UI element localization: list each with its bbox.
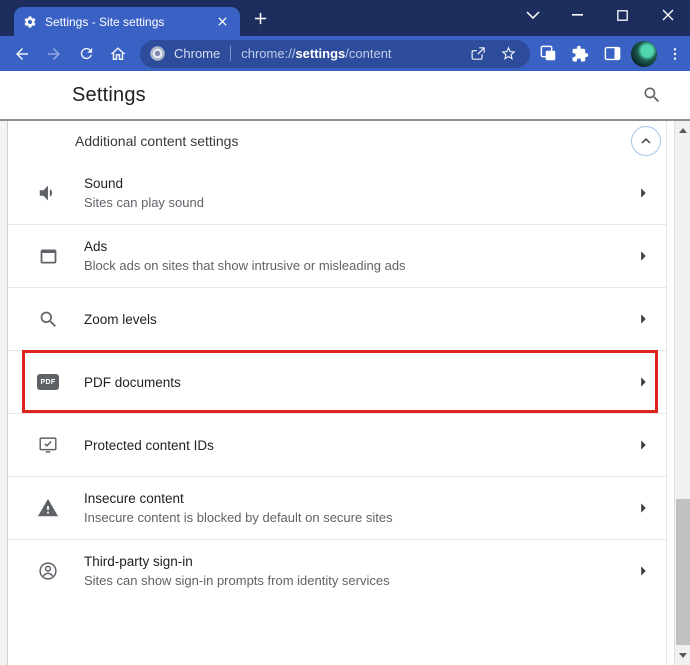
browser-tab[interactable]: Settings - Site settings [14,7,240,36]
omnibox-divider [230,46,232,61]
new-tab-button[interactable] [246,4,274,32]
browser-window: Settings - Site settings Chrome chrome:/… [0,0,690,665]
tab-strip: Settings - Site settings [0,0,690,36]
site-label: Chrome [174,46,221,61]
minimize-button[interactable] [555,0,600,30]
chevron-right-icon [631,559,655,583]
chrome-logo-icon [149,45,166,62]
page-title: Settings [72,83,146,106]
tab-title: Settings - Site settings [45,14,165,29]
extensions-puzzle-icon[interactable] [566,40,594,68]
chevron-right-icon [631,496,655,520]
share-icon[interactable] [466,42,490,66]
item-subtitle: Block ads on sites that show intrusive o… [84,258,406,273]
item-title: Insecure content [84,491,184,506]
home-icon[interactable] [104,40,132,68]
search-icon[interactable] [640,83,664,107]
ads-icon [36,244,60,268]
zoom-levels-icon [36,307,60,331]
item-title: Third-party sign-in [84,554,193,569]
item-subtitle: Insecure content is blocked by default o… [84,510,393,525]
list-item-protected-content[interactable]: Protected content IDs [9,413,667,476]
hamburger-menu-icon[interactable] [25,88,45,102]
scroll-up-icon[interactable] [675,123,690,138]
settings-header: Settings [0,71,690,121]
bookmark-star-icon[interactable] [496,42,520,66]
chevron-right-icon [631,307,655,331]
site-settings-list: Additional content settings Sound Sites … [9,121,667,602]
item-title: Zoom levels [84,311,157,327]
list-item-ads[interactable]: Ads Block ads on sites that show intrusi… [9,224,667,287]
person-icon [36,559,60,583]
volume-icon [36,181,60,205]
address-bar[interactable]: Chrome chrome://settings/content [140,39,530,68]
side-panel-icon[interactable] [598,40,626,68]
item-subtitle: Sites can show sign-in prompts from iden… [84,573,390,588]
url-text[interactable]: chrome://settings/content [241,46,391,61]
screenshot-extension-icon[interactable] [534,40,562,68]
browser-menu-icon[interactable] [661,40,689,68]
scroll-down-icon[interactable] [675,648,690,663]
item-title: Sound [84,175,124,191]
pdf-icon: PDF [36,370,60,394]
maximize-button[interactable] [600,0,645,30]
protected-content-icon [36,433,60,457]
card-left-edge [0,121,8,665]
section-label: Additional content settings [75,133,239,149]
list-item-zoom-levels[interactable]: Zoom levels [9,287,667,350]
profile-avatar[interactable] [631,40,657,67]
scrollbar[interactable] [674,121,690,665]
tab-close-icon[interactable] [213,13,231,31]
item-title: Protected content IDs [84,437,214,453]
reload-icon[interactable] [72,40,100,68]
gear-icon [23,15,37,29]
chevron-right-icon [631,244,655,268]
item-title: PDF documents [84,374,181,390]
back-icon[interactable] [8,40,36,68]
list-item-pdf-documents[interactable]: PDF PDF documents [9,350,667,413]
window-chevron-icon[interactable] [510,0,555,30]
chevron-right-icon [631,370,655,394]
forward-icon[interactable] [40,40,68,68]
section-header-additional-content: Additional content settings [9,121,667,161]
settings-content: Additional content settings Sound Sites … [0,121,690,665]
collapse-section-button[interactable] [631,126,661,156]
browser-toolbar: Chrome chrome://settings/content [0,36,690,71]
item-subtitle: Sites can play sound [84,194,204,210]
close-window-button[interactable] [645,0,690,30]
list-item-sound[interactable]: Sound Sites can play sound [9,161,667,224]
list-item-third-party-sign-in[interactable]: Third-party sign-in Sites can show sign-… [9,539,667,602]
chevron-right-icon [631,433,655,457]
chevron-right-icon [631,181,655,205]
scrollbar-thumb[interactable] [676,499,690,645]
list-item-insecure-content[interactable]: Insecure content Insecure content is blo… [9,476,667,539]
warning-icon [36,496,60,520]
item-title: Ads [84,239,108,254]
